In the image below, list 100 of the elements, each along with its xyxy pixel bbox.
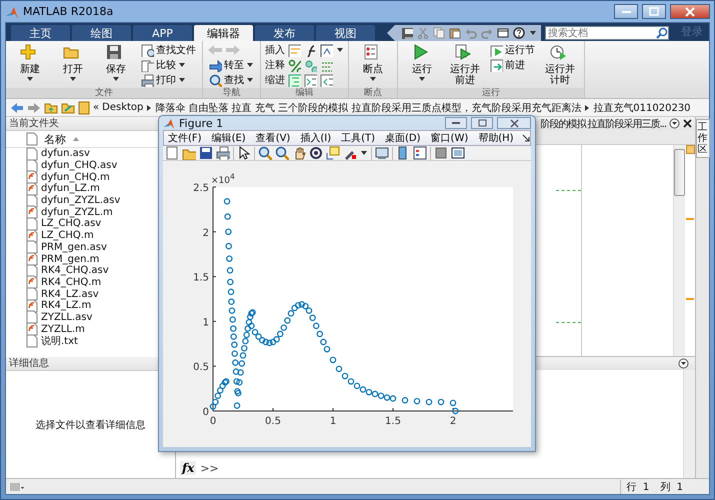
file-name[interactable]: dyfun_ZYZL.asv [41, 195, 120, 206]
ribbon-button[interactable]: 比较 [139, 58, 198, 72]
menu-item[interactable]: 文件(F) [164, 131, 206, 145]
file-name[interactable]: PRM_gen.asv [41, 242, 107, 253]
close-button[interactable] [670, 4, 710, 19]
help-icon[interactable] [513, 27, 525, 39]
dock-arrow-icon[interactable] [522, 134, 530, 142]
file-name[interactable]: ZYZLL.m [41, 324, 85, 335]
editor-tab-title[interactable]: 阶段的模拟 拉直阶段采用三质... [540, 116, 666, 130]
panel-icon[interactable] [451, 146, 465, 160]
menu-item[interactable]: 帮助(H) [474, 131, 518, 145]
warning-marker[interactable] [686, 298, 694, 300]
file-name[interactable]: dyfun_CHQ.asv [41, 160, 118, 172]
menu-item[interactable]: 窗口(W) [426, 131, 472, 145]
file-name[interactable]: LZ_CHQ.asv [41, 218, 102, 230]
zoom-out-icon[interactable] [275, 146, 289, 160]
file-name[interactable]: RK4_LZ.asv [41, 288, 99, 300]
maximize-button[interactable] [642, 4, 666, 19]
figure-title: Figure 1 [179, 116, 224, 130]
function-browser-button[interactable]: fx [180, 461, 196, 475]
ribbon-button[interactable]: 运行并前进 [445, 43, 485, 87]
menu-item[interactable]: 工具(T) [337, 131, 380, 145]
data-point [228, 298, 235, 305]
ribbon-tab[interactable]: 编辑器 [194, 25, 253, 41]
file-name[interactable]: LZ_CHQ.m [41, 230, 94, 242]
up-folder-icon[interactable] [44, 101, 58, 114]
file-name[interactable]: PRM_gen.m [41, 254, 100, 265]
ribbon-button[interactable]: 查找 [207, 73, 256, 87]
file-name[interactable]: dyfun_LZ.m [41, 183, 100, 194]
ribbon-tab[interactable]: 主页 [11, 25, 70, 41]
path-overflow[interactable]: « [93, 102, 100, 113]
file-name[interactable]: RK4_CHQ.m [41, 276, 102, 288]
close-icon [685, 6, 695, 16]
panel-menu-icon[interactable] [669, 118, 680, 129]
path-segment[interactable]: Desktop [102, 102, 144, 113]
save-icon[interactable] [199, 146, 213, 160]
panel-menu-icon[interactable] [678, 358, 689, 369]
new-file-icon[interactable] [165, 146, 179, 160]
ribbon-button[interactable]: 运行节 [488, 43, 537, 57]
maximize-button[interactable] [471, 117, 493, 129]
link-plot-icon[interactable] [375, 146, 389, 160]
insert-section-icon[interactable] [288, 44, 301, 56]
warning-marker[interactable] [686, 218, 694, 220]
scrollbar[interactable] [673, 145, 685, 356]
file-name[interactable]: dyfun.asv [41, 148, 90, 160]
zoom-in-icon[interactable] [258, 146, 272, 160]
menu-item[interactable]: 查看(V) [252, 131, 294, 145]
indent-icon[interactable] [304, 74, 317, 86]
pointer-icon[interactable] [237, 146, 251, 160]
insert-code-icon[interactable] [320, 44, 333, 56]
file-name[interactable]: 说明.txt [41, 334, 78, 348]
file-name[interactable]: dyfun_ZYZL.m [41, 206, 113, 218]
data-cursor-icon[interactable] [326, 146, 340, 160]
workspace-tab[interactable]: 工作区 [696, 119, 710, 158]
minimize-button[interactable] [614, 4, 638, 19]
paste-icon[interactable] [449, 27, 461, 39]
outdent-icon[interactable] [320, 74, 333, 86]
comment-icon[interactable] [288, 58, 301, 72]
tick-label: 2.5 [193, 183, 209, 194]
scrollbar[interactable] [683, 370, 695, 478]
file-name[interactable]: ZYZLL.asv [41, 312, 92, 323]
ribbon-button[interactable]: 打开 [53, 43, 93, 84]
file-name[interactable]: RK4_CHQ.asv [41, 265, 109, 276]
ribbon-tab[interactable]: 视图 [316, 25, 375, 41]
advance-icon [490, 58, 503, 72]
ribbon-tab[interactable]: 绘图 [72, 25, 131, 41]
window-layout-icon[interactable] [497, 27, 509, 39]
minimize-button[interactable] [445, 117, 467, 129]
ribbon-tab[interactable]: APP [133, 25, 192, 41]
file-name[interactable]: RK4_LZ.m [41, 300, 92, 312]
search-field[interactable]: 搜索文档 [545, 26, 669, 40]
rotate-icon[interactable] [309, 146, 323, 160]
ribbon-button[interactable]: 转至 [207, 58, 256, 72]
save-icon[interactable] [401, 27, 413, 39]
legend-icon[interactable] [413, 146, 427, 160]
back-icon[interactable] [10, 102, 24, 114]
ribbon-button[interactable]: 保存 [96, 43, 136, 84]
ribbon-button[interactable]: 断点 [353, 43, 393, 84]
forward-icon[interactable] [27, 102, 41, 114]
ribbon-button[interactable]: 新建 [10, 43, 50, 84]
square-icon[interactable] [434, 146, 448, 160]
compare-icon [141, 58, 154, 72]
smart-indent-icon[interactable] [288, 74, 301, 86]
caret-icon [112, 75, 120, 83]
menu-item[interactable]: 插入(I) [296, 131, 336, 145]
column-header[interactable]: 名称 [44, 132, 66, 146]
close-icon[interactable] [683, 119, 692, 128]
menu-item[interactable]: 编辑(E) [208, 131, 250, 145]
ribbon-button[interactable]: 查找文件 [139, 43, 198, 57]
ribbon-button[interactable]: 运行并计时 [540, 43, 580, 87]
print-icon[interactable] [216, 146, 230, 160]
path-segment[interactable]: 拉直充气011020230 [593, 100, 691, 114]
close-button[interactable] [497, 117, 531, 129]
file-name[interactable]: dyfun_CHQ.m [41, 172, 110, 183]
ribbon-button[interactable]: 前进 [488, 58, 537, 72]
browse-folder-icon[interactable] [61, 101, 75, 114]
ribbon-tab[interactable]: 发布 [255, 25, 314, 41]
menu-item[interactable]: 桌面(D) [381, 131, 425, 145]
ribbon-button[interactable]: 运行 [402, 43, 442, 84]
path-segment[interactable]: 降落伞 自由坠落 拉直 充气 三个阶段的模拟 拉直阶段采用三质点模型，充气阶段采用充气距离法 [155, 100, 582, 114]
